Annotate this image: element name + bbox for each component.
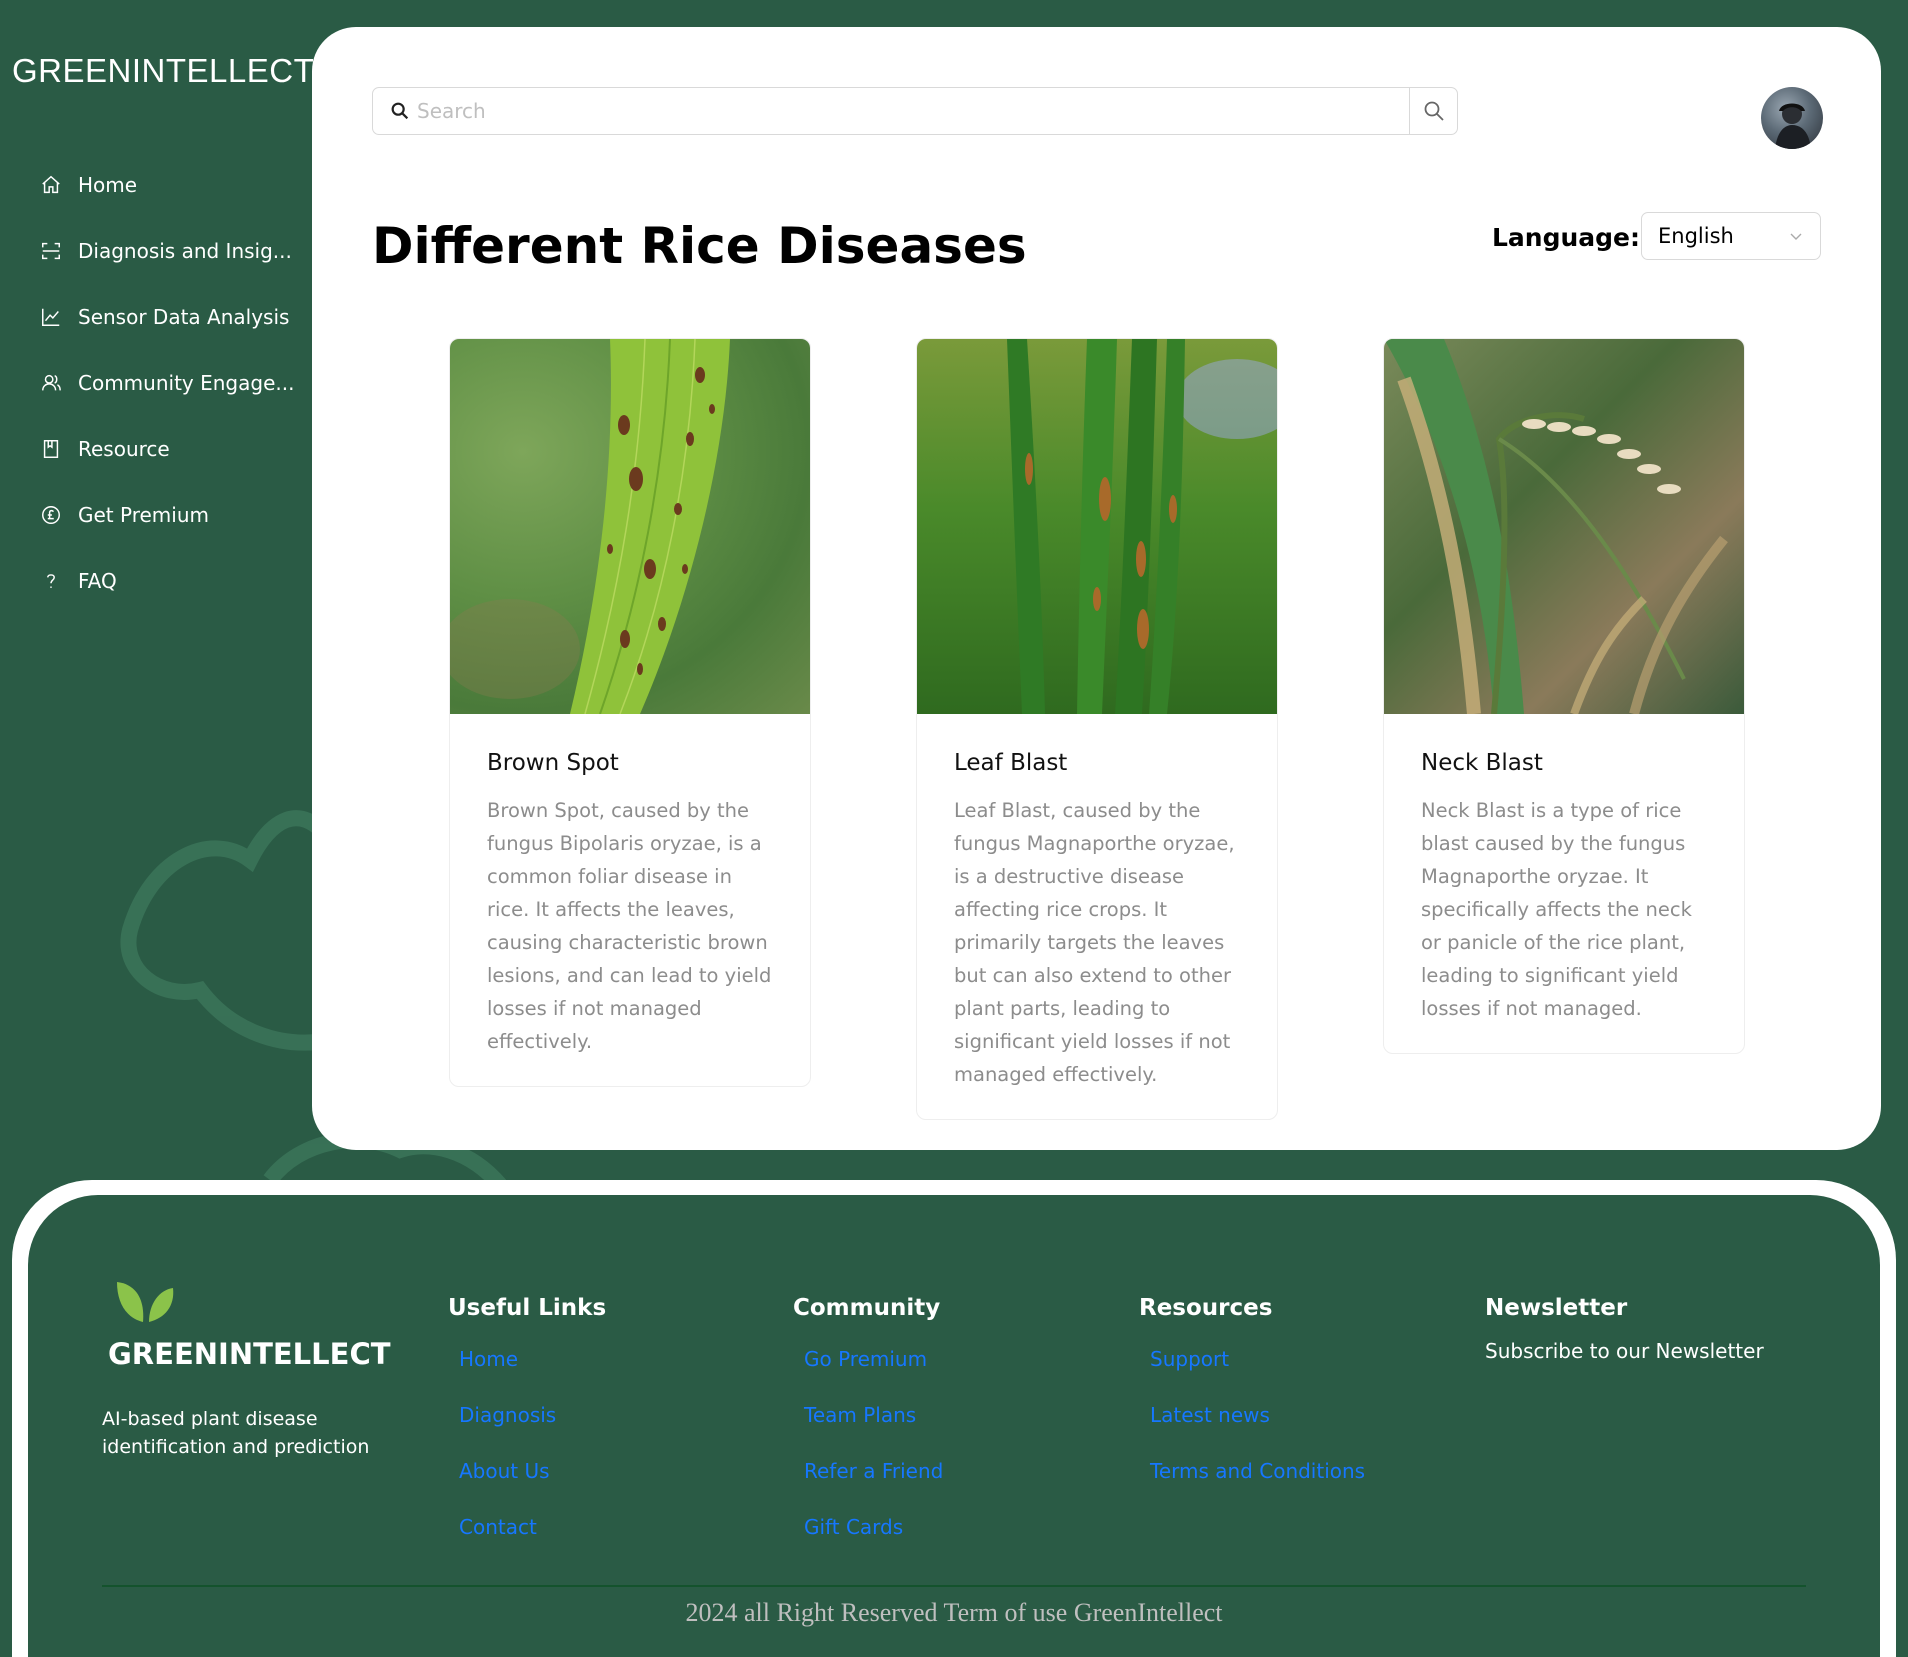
card-description: Brown Spot, caused by the fungus Bipolar… [487,799,772,1053]
neck-blast-illustration [1384,339,1728,714]
footer-link-diagnosis[interactable]: Diagnosis [459,1395,606,1451]
newsletter-text: Subscribe to our Newsletter [1485,1339,1764,1363]
chevron-down-icon [1790,233,1802,240]
card-description: Leaf Blast, caused by the fungus Magnapo… [954,799,1235,1086]
footer-link-terms[interactable]: Terms and Conditions [1150,1451,1365,1507]
sidebar-brand: GREENINTELLECT [12,52,315,89]
disease-card-brown-spot[interactable]: Brown Spot Brown Spot, caused by the fun… [449,338,811,1087]
footer-divider [102,1585,1806,1587]
search-icon [1424,101,1444,121]
footer-link-gift-cards[interactable]: Gift Cards [804,1507,943,1563]
card-title: Brown Spot [487,750,619,776]
card-title: Leaf Blast [954,750,1068,776]
footer-column-community: Community Go Premium Team Plans Refer a … [793,1295,943,1563]
leaf-blast-illustration [1007,339,1277,714]
footer-column-title: Useful Links [448,1295,607,1321]
users-icon [42,374,61,391]
card-title: Neck Blast [1421,750,1543,776]
book-icon [43,440,59,458]
footer-link-go-premium[interactable]: Go Premium [804,1339,943,1395]
footer-link-refer-a-friend[interactable]: Refer a Friend [804,1451,943,1507]
search-bar [372,87,1458,135]
sidebar-item-community[interactable]: Community Engage... [40,350,310,416]
disease-card-neck-blast[interactable]: Neck Blast Neck Blast is a type of rice … [1383,338,1745,1054]
pound-circle-icon [42,506,60,524]
footer-copyright: 2024 all Right Reserved Term of use Gree… [685,1598,1223,1627]
neck-blast-image [1384,339,1744,714]
brown-spot-illustration [450,339,730,714]
card-description: Neck Blast is a type of rice blast cause… [1421,799,1692,1020]
footer-tagline: AI-based plant disease identification an… [102,1408,370,1458]
home-icon [42,175,60,194]
leaf-logo-icon [117,1282,174,1322]
footer-brand: GREENINTELLECT [108,1337,391,1371]
footer-column-useful-links: Useful Links Home Diagnosis About Us Con… [448,1295,606,1563]
footer-column-title: Resources [1139,1295,1273,1321]
disease-card-leaf-blast[interactable]: Leaf Blast Leaf Blast, caused by the fun… [916,338,1278,1120]
main-content: Different Rice Diseases Language: Englis… [312,27,1881,1150]
sidebar-nav: Home Diagnosis and Insig... Sensor Data … [40,152,310,614]
page-title: Different Rice Diseases [372,217,1027,275]
search-icon [391,102,409,120]
sidebar-item-label: Home [78,173,138,197]
footer-column-title: Newsletter [1485,1295,1628,1321]
sidebar-item-resource[interactable]: Resource [40,416,310,482]
language-select-value: English [1658,224,1734,248]
footer: GREENINTELLECT AI-based plant disease id… [28,1195,1880,1657]
language-select[interactable]: English [1641,212,1821,260]
line-chart-icon [42,308,60,326]
language-label: Language: [1492,223,1641,252]
sidebar-item-label: FAQ [78,569,117,593]
footer-column-newsletter: Newsletter Subscribe to our Newsletter [1485,1295,1764,1363]
search-input[interactable] [417,89,1409,133]
sidebar-item-label: Community Engage... [78,371,295,395]
question-icon [47,574,55,588]
scan-icon [42,242,60,260]
footer-link-team-plans[interactable]: Team Plans [804,1395,943,1451]
sidebar-item-premium[interactable]: Get Premium [40,482,310,548]
sidebar-item-faq[interactable]: FAQ [40,548,310,614]
leaf-blast-image [917,339,1277,714]
sidebar-item-sensor-data[interactable]: Sensor Data Analysis [40,284,310,350]
footer-link-latest-news[interactable]: Latest news [1150,1395,1365,1451]
sidebar-item-label: Sensor Data Analysis [78,305,290,329]
footer-link-contact[interactable]: Contact [459,1507,606,1563]
avatar[interactable] [1761,87,1823,149]
sidebar-item-label: Diagnosis and Insig... [78,239,292,263]
sidebar-item-home[interactable]: Home [40,152,310,218]
sidebar-item-label: Resource [78,437,170,461]
brown-spot-image [450,339,810,714]
search-button[interactable] [1409,88,1457,134]
footer-link-about-us[interactable]: About Us [459,1451,606,1507]
footer-link-home[interactable]: Home [459,1339,606,1395]
sidebar-item-label: Get Premium [78,503,209,527]
footer-link-support[interactable]: Support [1150,1339,1365,1395]
sidebar-item-diagnosis[interactable]: Diagnosis and Insig... [40,218,310,284]
footer-column-title: Community [793,1295,941,1321]
avatar-image [1775,103,1811,149]
footer-column-resources: Resources Support Latest news Terms and … [1139,1295,1365,1507]
